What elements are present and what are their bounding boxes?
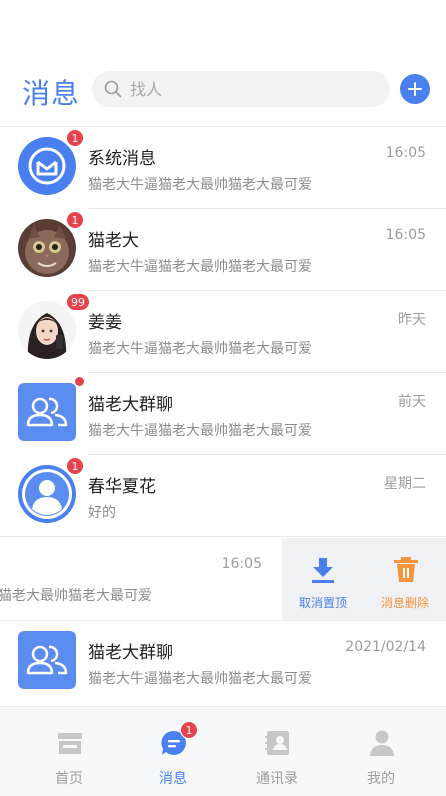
- tab-messages[interactable]: 1 消息: [118, 707, 228, 796]
- group-icon: [18, 631, 76, 689]
- conversation-time: 昨天: [398, 312, 426, 328]
- conversation-preview: 猫老大牛逼猫老大最帅猫老大最可爱: [88, 259, 312, 275]
- conversation-item[interactable]: 猫老大群聊 2021/02/14 猫老大牛逼猫老大最帅猫老大最可爱: [0, 621, 446, 703]
- conversation-time: 16:05: [385, 145, 426, 161]
- tab-badge: 1: [180, 721, 198, 739]
- header: 消息: [0, 66, 446, 114]
- conversation-preview: 猫老大牛逼猫老大最帅猫老大最可爱: [88, 671, 312, 687]
- download-icon: [312, 558, 334, 583]
- unpin-button[interactable]: 取消置顶: [282, 538, 364, 620]
- girl-avatar: [18, 301, 76, 359]
- conversation-preview: 猫老大最帅猫老大最可爱: [0, 588, 152, 604]
- unread-badge: 1: [66, 457, 84, 475]
- group-icon: [18, 383, 76, 441]
- tab-label: 通讯录: [256, 771, 298, 787]
- trash-icon: [394, 557, 418, 582]
- tab-label: 首页: [55, 771, 83, 787]
- tab-profile[interactable]: 我的: [326, 707, 436, 796]
- conversation-time: 2021/02/14: [345, 639, 426, 655]
- conversation-name: 猫老大群聊: [88, 395, 173, 415]
- swipe-actions: 取消置顶 消息删除: [282, 538, 446, 620]
- bottom-tab-bar: 首页 1 消息 通讯录 我的: [0, 706, 446, 796]
- conversation-preview: 好的: [88, 505, 116, 521]
- add-button[interactable]: [400, 74, 430, 104]
- unread-badge: 1: [66, 211, 84, 229]
- conversation-preview: 猫老大牛逼猫老大最帅猫老大最可爱: [88, 423, 312, 439]
- search-icon: [104, 80, 122, 98]
- conversation-time: 16:05: [385, 227, 426, 243]
- tab-label: 消息: [159, 771, 187, 787]
- cat-avatar: [18, 219, 76, 277]
- search-input[interactable]: [130, 71, 370, 107]
- conversation-item[interactable]: 1 春华夏花 星期二 好的: [0, 455, 446, 537]
- unpin-label: 取消置顶: [298, 596, 347, 610]
- conversation-name: 姜姜: [88, 313, 122, 333]
- conversation-name: 猫老大群聊: [88, 643, 173, 663]
- conversation-item[interactable]: 1 系统消息 16:05 猫老大牛逼猫老大最帅猫老大最可爱: [0, 127, 446, 209]
- unread-badge: 99: [66, 293, 90, 311]
- unread-dot: [75, 377, 84, 386]
- page-title: 消息: [22, 77, 81, 110]
- conversation-name: 系统消息: [88, 149, 156, 169]
- system-mail-icon: [18, 137, 76, 195]
- delete-button[interactable]: 消息删除: [364, 538, 446, 620]
- conversation-preview: 猫老大牛逼猫老大最帅猫老大最可爱: [88, 177, 312, 193]
- conversation-item[interactable]: 99 姜姜 昨天 猫老大牛逼猫老大最帅猫老大最可爱: [0, 291, 446, 373]
- contacts-icon: [265, 731, 289, 755]
- conversation-name: 猫老大: [88, 231, 139, 251]
- conversation-preview: 猫老大牛逼猫老大最帅猫老大最可爱: [88, 341, 312, 357]
- conversation-time: 16:05: [221, 556, 262, 572]
- tab-home[interactable]: 首页: [14, 707, 124, 796]
- conversation-time: 星期二: [384, 476, 426, 492]
- tab-contacts[interactable]: 通讯录: [222, 707, 332, 796]
- delete-label: 消息删除: [380, 596, 429, 610]
- tab-label: 我的: [367, 771, 395, 787]
- person-icon: [370, 730, 394, 756]
- search-bar[interactable]: [92, 71, 390, 107]
- store-icon: [58, 733, 82, 754]
- conversation-name: 春华夏花: [88, 477, 156, 497]
- conversation-item[interactable]: 猫老大群聊 前天 猫老大牛逼猫老大最帅猫老大最可爱: [0, 373, 446, 455]
- conversation-item[interactable]: 1 猫老大 16:05 猫老大牛逼猫老大最帅猫老大最可爱: [0, 209, 446, 291]
- user-icon: [18, 465, 76, 523]
- unread-badge: 1: [66, 129, 84, 147]
- conversation-time: 前天: [398, 394, 426, 410]
- row-divider: [0, 536, 446, 537]
